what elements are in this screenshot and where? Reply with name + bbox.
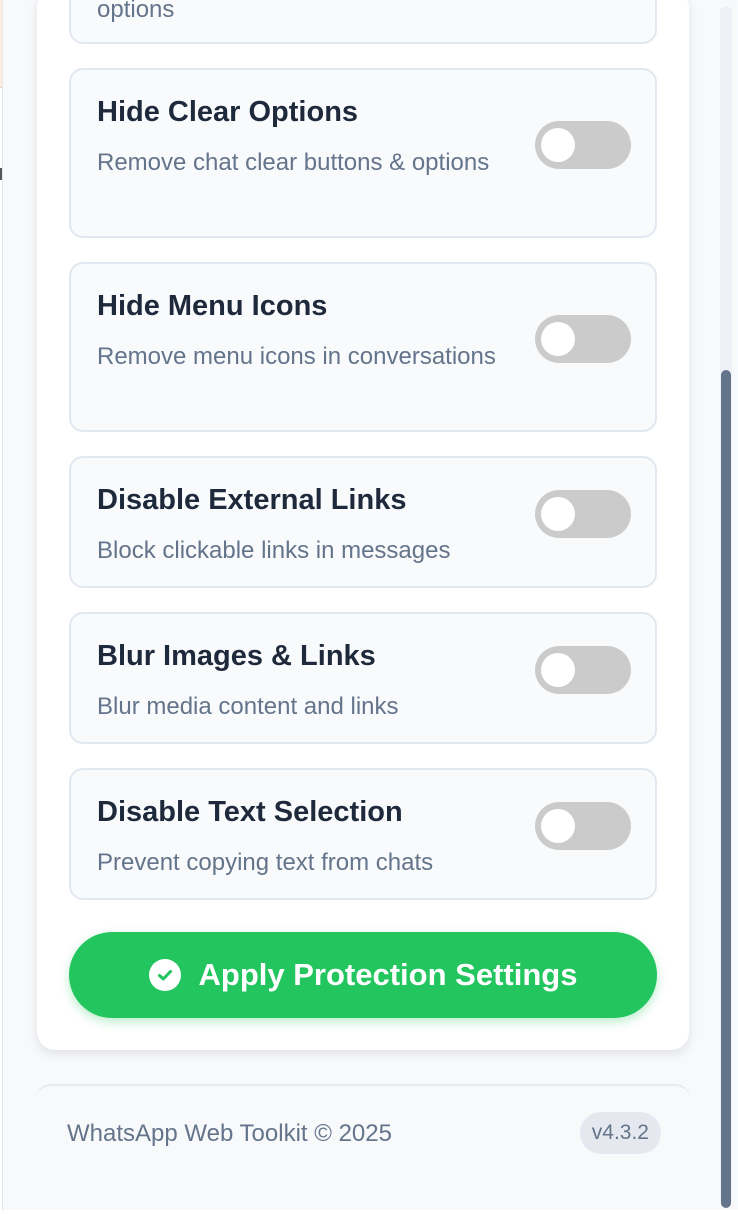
option-card-hide-menu-icons: Hide Menu Icons Remove menu icons in con… [69, 262, 657, 432]
check-mark-icon [157, 970, 172, 981]
option-card-blur-images-links: Blur Images & Links Blur media content a… [69, 612, 657, 744]
option-description: Blur media content and links [97, 693, 399, 720]
toggle-knob [541, 128, 575, 162]
version-badge: v4.3.2 [579, 1112, 661, 1154]
option-card-partial: options [69, 0, 657, 44]
check-circle-icon [148, 959, 181, 991]
extension-popup: options Hide Clear Options Remove chat c… [2, 0, 738, 1210]
toggle-knob [541, 809, 575, 843]
scrollbar[interactable] [720, 6, 732, 1208]
option-description: options [97, 0, 175, 23]
toggle-knob [541, 653, 575, 687]
hide-menu-icons-toggle[interactable] [535, 315, 631, 363]
option-description: Remove chat clear buttons & options [97, 149, 490, 176]
hide-clear-options-toggle[interactable] [535, 121, 631, 169]
disable-text-selection-toggle[interactable] [535, 802, 631, 850]
option-description: Remove menu icons in conversations [97, 343, 496, 370]
blur-images-links-toggle[interactable] [535, 646, 631, 694]
settings-card: options Hide Clear Options Remove chat c… [37, 0, 689, 1050]
toggle-knob [541, 497, 575, 531]
option-title: Hide Clear Options [97, 96, 359, 128]
option-title: Hide Menu Icons [97, 290, 328, 322]
option-card-disable-text-selection: Disable Text Selection Prevent copying t… [69, 768, 657, 900]
apply-button-label: Apply Protection Settings [198, 957, 578, 992]
option-description: Block clickable links in messages [97, 537, 451, 564]
footer-copyright: WhatsApp Web Toolkit © 2025 [67, 1120, 392, 1147]
option-card-disable-external-links: Disable External Links Block clickable l… [69, 456, 657, 588]
scrollbar-thumb[interactable] [721, 370, 731, 1208]
apply-protection-settings-button[interactable]: Apply Protection Settings [69, 932, 657, 1018]
option-title: Blur Images & Links [97, 640, 376, 672]
option-description: Prevent copying text from chats [97, 849, 434, 876]
option-title: Disable External Links [97, 484, 407, 516]
footer: WhatsApp Web Toolkit © 2025 v4.3.2 [35, 1084, 691, 1210]
toggle-knob [541, 322, 575, 356]
disable-external-links-toggle[interactable] [535, 490, 631, 538]
option-title: Disable Text Selection [97, 796, 403, 828]
option-card-hide-clear-options: Hide Clear Options Remove chat clear but… [69, 68, 657, 238]
